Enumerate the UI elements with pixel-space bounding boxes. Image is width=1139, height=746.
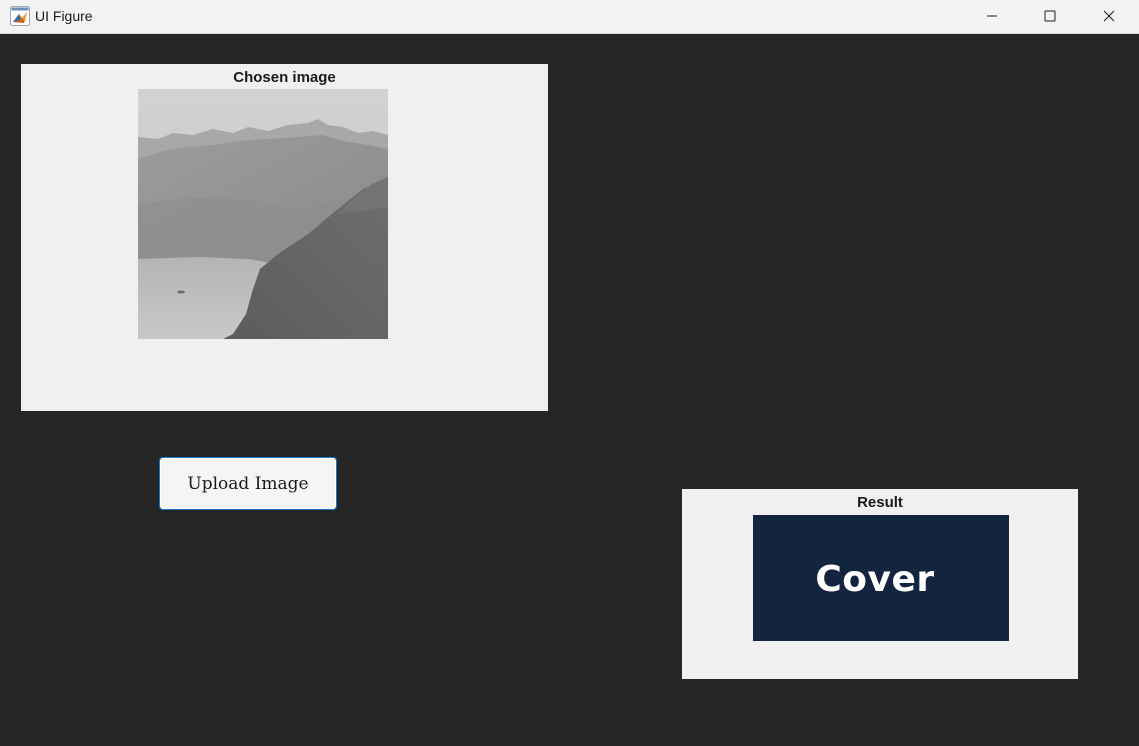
close-icon	[1103, 10, 1115, 22]
chosen-image-panel: Chosen image	[21, 64, 548, 411]
chosen-image-photo	[138, 89, 388, 339]
minimize-button[interactable]	[963, 0, 1021, 32]
maximize-button[interactable]	[1021, 0, 1079, 32]
maximize-icon	[1044, 10, 1056, 22]
result-cover-image: Cover	[753, 515, 1009, 641]
matlab-icon	[10, 6, 30, 26]
minimize-icon	[986, 10, 998, 22]
result-title: Result	[857, 494, 903, 511]
close-button[interactable]	[1080, 0, 1138, 32]
cover-text: Cover	[815, 558, 935, 600]
ui-figure-window: UI Figure Chosen image Upload Image Resu…	[0, 0, 1139, 746]
result-panel: Result Cover	[682, 489, 1078, 679]
chosen-image-title: Chosen image	[233, 69, 336, 86]
title-bar[interactable]: UI Figure	[0, 0, 1139, 34]
upload-image-button[interactable]: Upload Image	[159, 457, 337, 510]
window-title: UI Figure	[35, 8, 93, 24]
